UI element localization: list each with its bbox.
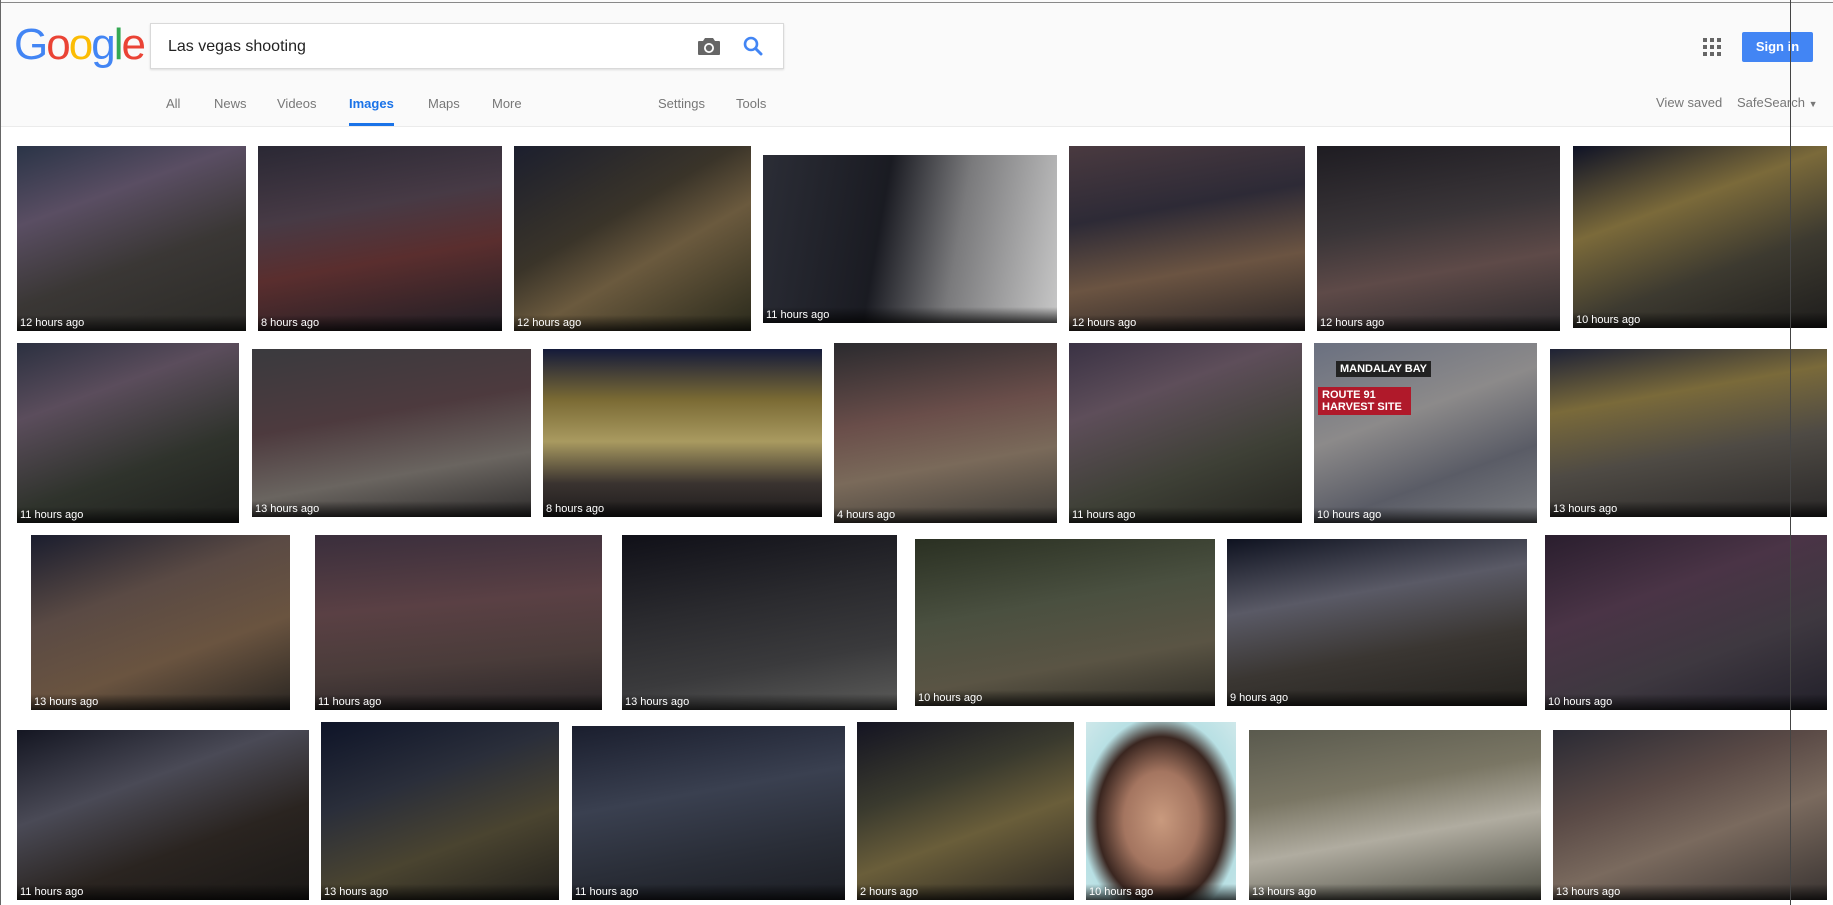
logo-letter: o <box>68 20 94 69</box>
result-time: 13 hours ago <box>31 694 290 710</box>
logo-letter: e <box>121 20 146 69</box>
logo-letter: l <box>113 20 124 69</box>
result-time: 4 hours ago <box>834 507 1057 523</box>
result-time: 10 hours ago <box>915 690 1215 706</box>
image-result[interactable]: 12 hours ago <box>17 146 246 331</box>
image-results-grid: 12 hours ago 8 hours ago 12 hours ago 11… <box>0 127 1833 905</box>
result-time: 12 hours ago <box>1069 315 1305 331</box>
tab-settings[interactable]: Settings <box>658 92 705 126</box>
result-time: 10 hours ago <box>1545 694 1827 710</box>
result-time: 13 hours ago <box>252 501 531 517</box>
image-result[interactable]: 13 hours ago <box>31 535 290 710</box>
image-result[interactable]: 8 hours ago <box>543 349 822 517</box>
camera-icon[interactable] <box>697 36 721 56</box>
search-icon[interactable] <box>741 34 765 58</box>
tab-more[interactable]: More <box>492 92 522 126</box>
tab-maps[interactable]: Maps <box>428 92 460 126</box>
image-result[interactable]: MANDALAY BAY ROUTE 91 HARVEST SITE 10 ho… <box>1314 343 1537 523</box>
image-result[interactable]: 9 hours ago <box>1227 539 1527 706</box>
result-time: 11 hours ago <box>763 307 1057 323</box>
image-result[interactable]: 13 hours ago <box>1249 730 1541 900</box>
logo-letter: G <box>14 20 48 69</box>
tab-images[interactable]: Images <box>349 92 394 126</box>
result-time: 13 hours ago <box>1553 884 1827 900</box>
top-divider <box>0 2 1833 3</box>
image-result[interactable]: 10 hours ago <box>1086 722 1236 900</box>
image-result[interactable]: 13 hours ago <box>321 722 559 900</box>
image-result[interactable]: 11 hours ago <box>1069 343 1302 523</box>
image-result[interactable]: 12 hours ago <box>514 146 751 331</box>
window-edge-line <box>1790 0 1791 905</box>
sign-in-button[interactable]: Sign in <box>1742 32 1813 62</box>
result-time: 11 hours ago <box>572 884 845 900</box>
image-result[interactable]: 11 hours ago <box>17 343 239 523</box>
image-result[interactable]: 13 hours ago <box>1553 730 1827 900</box>
safesearch-label: SafeSearch <box>1737 95 1805 110</box>
result-time: 11 hours ago <box>1069 507 1302 523</box>
image-result[interactable]: 13 hours ago <box>1550 349 1827 517</box>
image-result[interactable]: 10 hours ago <box>1545 535 1827 710</box>
header-bar: Google All News Videos Images Maps More … <box>0 0 1833 127</box>
result-time: 13 hours ago <box>1249 884 1541 900</box>
result-time: 12 hours ago <box>17 315 246 331</box>
image-result[interactable]: 4 hours ago <box>834 343 1057 523</box>
search-box <box>150 23 784 70</box>
image-result[interactable]: 12 hours ago <box>1317 146 1560 331</box>
image-result[interactable]: 13 hours ago <box>252 349 531 517</box>
result-time: 10 hours ago <box>1086 884 1236 900</box>
result-time: 9 hours ago <box>1227 690 1527 706</box>
logo-letter: o <box>46 20 71 69</box>
apps-grid-icon[interactable] <box>1703 38 1721 56</box>
search-input[interactable] <box>166 24 690 70</box>
map-label-top: MANDALAY BAY <box>1336 361 1432 377</box>
result-time: 2 hours ago <box>857 884 1074 900</box>
caret-down-icon: ▼ <box>1808 99 1818 109</box>
result-time: 11 hours ago <box>315 694 602 710</box>
result-time: 11 hours ago <box>17 884 309 900</box>
image-result[interactable]: 10 hours ago <box>915 539 1215 706</box>
result-time: 8 hours ago <box>258 315 502 331</box>
result-time: 11 hours ago <box>17 507 239 523</box>
google-logo[interactable]: Google <box>14 19 146 71</box>
tab-tools[interactable]: Tools <box>736 92 766 126</box>
image-result[interactable]: 13 hours ago <box>622 535 897 710</box>
image-result[interactable]: 8 hours ago <box>258 146 502 331</box>
result-time: 12 hours ago <box>1317 315 1560 331</box>
image-result[interactable]: 11 hours ago <box>17 730 309 900</box>
result-time: 13 hours ago <box>1550 501 1827 517</box>
image-result[interactable]: 10 hours ago <box>1573 146 1827 328</box>
image-result[interactable]: 12 hours ago <box>1069 146 1305 331</box>
result-time: 10 hours ago <box>1573 312 1827 328</box>
map-label-bottom: ROUTE 91 HARVEST SITE <box>1318 387 1411 415</box>
image-result[interactable]: 11 hours ago <box>572 726 845 900</box>
view-saved-link[interactable]: View saved <box>1656 95 1722 110</box>
image-result[interactable]: 11 hours ago <box>763 155 1057 323</box>
logo-letter: g <box>91 20 116 69</box>
tab-videos[interactable]: Videos <box>277 92 317 126</box>
result-time: 13 hours ago <box>321 884 559 900</box>
image-result[interactable]: 11 hours ago <box>315 535 602 710</box>
result-time: 10 hours ago <box>1314 507 1537 523</box>
tab-news[interactable]: News <box>214 92 247 126</box>
safesearch-dropdown[interactable]: SafeSearch ▼ <box>1737 95 1817 110</box>
result-time: 13 hours ago <box>622 694 897 710</box>
image-result[interactable]: 2 hours ago <box>857 722 1074 900</box>
tab-all[interactable]: All <box>166 92 180 126</box>
frame-left-border <box>0 0 1 905</box>
result-time: 12 hours ago <box>514 315 751 331</box>
result-time: 8 hours ago <box>543 501 822 517</box>
